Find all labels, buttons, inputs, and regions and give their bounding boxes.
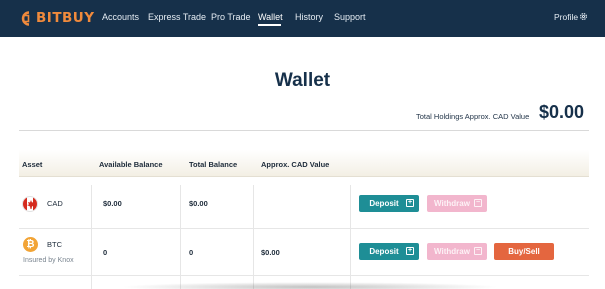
row-divider: [19, 275, 589, 276]
nav-pro-trade[interactable]: Pro Trade: [211, 12, 251, 22]
brand-name: BITBUY: [36, 10, 95, 26]
total-balance: $0.00: [189, 199, 208, 208]
nav-accounts[interactable]: Accounts: [102, 12, 139, 22]
withdraw-button[interactable]: Withdraw −: [427, 243, 487, 260]
deposit-label: Deposit: [369, 247, 399, 256]
canada-flag-icon: [22, 196, 38, 212]
header-cad-value: Approx. CAD Value: [261, 160, 330, 169]
minus-icon: −: [474, 247, 482, 255]
bottom-shadow: [120, 282, 500, 289]
total-balance: 0: [189, 248, 194, 257]
withdraw-label: Withdraw: [434, 199, 470, 208]
nav-express-trade[interactable]: Express Trade: [148, 12, 206, 22]
plus-icon: +: [406, 199, 414, 207]
column-divider: [91, 185, 92, 289]
buy-sell-button[interactable]: Buy/Sell: [494, 243, 554, 260]
header-asset: Asset: [22, 160, 43, 169]
divider: [19, 130, 589, 131]
deposit-label: Deposit: [369, 199, 399, 208]
column-divider: [350, 185, 351, 289]
bitbuy-logo-icon: [21, 10, 30, 26]
nav-active-underline: [258, 24, 281, 26]
asset-name: BTC: [47, 240, 62, 249]
nav-support[interactable]: Support: [334, 12, 366, 22]
profile-link[interactable]: Profile: [554, 12, 578, 22]
nav-wallet[interactable]: Wallet: [258, 12, 283, 22]
minus-icon: −: [474, 199, 482, 207]
header-total-balance: Total Balance: [189, 160, 238, 169]
bitbuy-logo[interactable]: BITBUY: [18, 9, 95, 27]
asset-name: CAD: [47, 199, 63, 208]
withdraw-button[interactable]: Withdraw −: [427, 195, 487, 212]
header-available-balance: Available Balance: [99, 160, 163, 169]
total-holdings-label: Total Holdings Approx. CAD Value: [416, 112, 530, 121]
insured-note: Insured by Knox: [23, 257, 74, 264]
row-divider: [19, 228, 589, 229]
deposit-button[interactable]: Deposit +: [359, 195, 419, 212]
total-holdings-value: $0.00: [539, 102, 585, 122]
deposit-button[interactable]: Deposit +: [359, 243, 419, 260]
page-title: Wallet: [274, 70, 331, 91]
available-balance: $0.00: [103, 199, 122, 208]
nav-history[interactable]: History: [295, 12, 323, 22]
top-navbar: BITBUY Accounts Express Trade Pro Trade …: [0, 0, 605, 37]
buy-sell-label: Buy/Sell: [508, 247, 540, 256]
gear-icon[interactable]: [579, 12, 588, 21]
bitcoin-icon: ₿: [23, 237, 38, 252]
column-divider: [253, 185, 254, 289]
column-divider: [180, 185, 181, 289]
available-balance: 0: [103, 248, 108, 257]
withdraw-label: Withdraw: [434, 247, 470, 256]
cad-value: $0.00: [261, 248, 280, 257]
plus-icon: +: [406, 247, 414, 255]
